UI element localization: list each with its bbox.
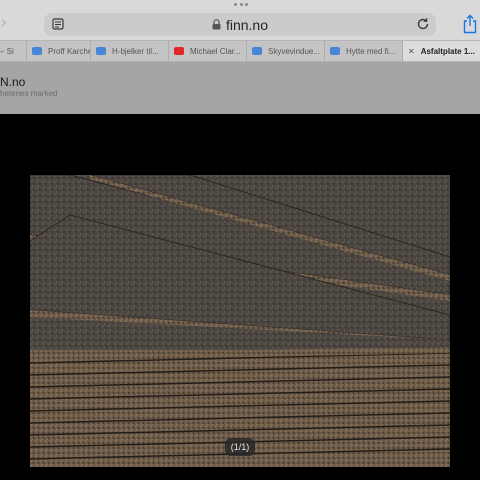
folder-icon [252,47,262,55]
tab-item[interactable]: Hytte med fi... [325,41,403,61]
reload-icon[interactable] [416,17,430,31]
tab-bar: – Si Proff Karche... H-bjelker til... Mi… [0,40,480,62]
image-viewer [0,114,480,480]
tab-item[interactable]: – Si [0,41,27,61]
tab-item[interactable]: Michael Clar... [169,41,247,61]
tab-label: – Si [0,46,14,56]
page-header: N.no [0,62,480,114]
url-text: finn.no [225,16,269,33]
address-bar[interactable]: finn.no [44,13,436,36]
product-photo[interactable] [30,175,450,467]
folder-icon [96,47,106,55]
share-icon[interactable] [462,14,478,34]
tab-label: Michael Clar... [190,46,241,56]
asphalt-boards-image [30,175,450,467]
site-title[interactable]: N.no [0,75,25,89]
tab-label: Skyvevindue... [268,46,321,56]
folder-icon [32,47,42,55]
tab-item[interactable]: H-bjelker til... [91,41,169,61]
close-icon[interactable]: ✕ [408,47,415,56]
site-subtitle: hetenes marked [0,89,58,98]
tab-label: Asfaltplate 1... [420,46,475,56]
browser-toolbar: › finn.no [0,0,480,40]
image-counter: (1/1) [225,438,255,456]
tab-label: H-bjelker til... [112,46,159,56]
tab-item[interactable]: Proff Karche... [27,41,91,61]
youtube-icon [174,47,184,55]
folder-icon [330,47,340,55]
back-chevron-icon[interactable]: › [0,13,14,33]
tab-active[interactable]: ✕ Asfaltplate 1... [403,41,480,61]
tab-label: Hytte med fi... [346,46,396,56]
tab-label: Proff Karche... [48,46,90,56]
tab-item[interactable]: Skyvevindue... [247,41,325,61]
lock-icon [212,19,221,30]
multitasking-dots[interactable] [234,3,248,7]
